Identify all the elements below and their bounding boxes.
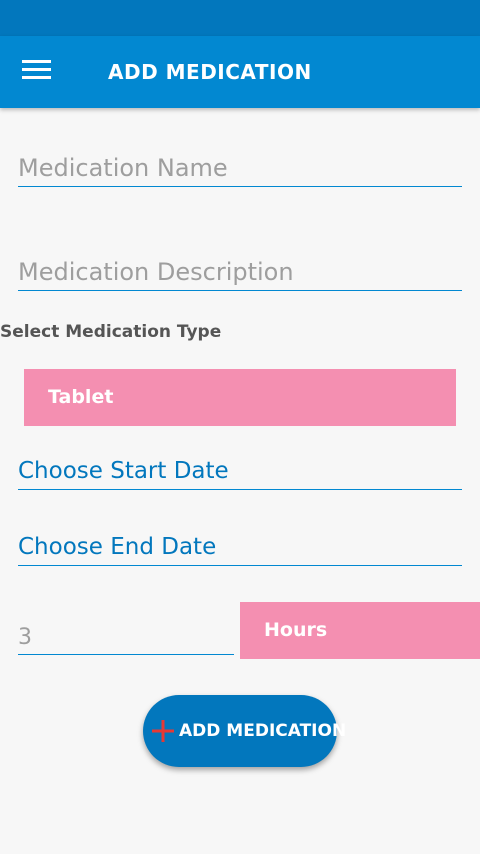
start-date-field[interactable]: Choose Start Date (18, 453, 462, 490)
medication-description-input[interactable] (18, 254, 462, 290)
add-medication-button[interactable]: ADD MEDICATION (143, 695, 346, 767)
add-medication-label: ADD MEDICATION (179, 721, 347, 741)
plus-icon (151, 719, 175, 743)
interval-unit-value: Hours (264, 619, 328, 641)
interval-input[interactable] (18, 620, 234, 654)
medication-type-label: Select Medication Type (0, 322, 222, 342)
interval-field[interactable] (18, 620, 234, 655)
medication-type-spinner[interactable]: Tablet (24, 369, 456, 426)
status-bar (0, 0, 480, 36)
app-bar: ADD MEDICATION (0, 36, 480, 108)
end-date-field[interactable]: Choose End Date (18, 529, 462, 566)
medication-type-value: Tablet (48, 386, 114, 408)
medication-name-field[interactable] (18, 150, 462, 187)
hamburger-menu-icon[interactable] (22, 58, 62, 86)
page-title: ADD MEDICATION (108, 60, 312, 84)
medication-name-input[interactable] (18, 150, 462, 186)
medication-description-field[interactable] (18, 254, 462, 291)
interval-unit-spinner[interactable]: Hours (240, 602, 480, 659)
